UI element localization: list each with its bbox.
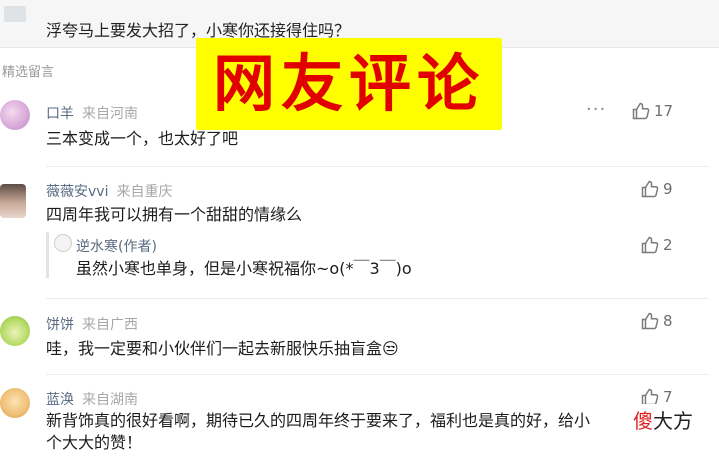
like-button[interactable]: 9 [641, 180, 673, 198]
divider [46, 298, 709, 299]
banner-title-text: 网友评论 [212, 47, 485, 120]
author-location: 来自湖南 [82, 392, 138, 408]
more-options-icon[interactable]: ··· [586, 99, 606, 120]
like-count: 9 [663, 180, 673, 198]
like-count: 8 [663, 312, 673, 330]
author-name[interactable]: 蓝涣 [46, 392, 74, 408]
author-avatar[interactable] [54, 234, 72, 252]
watermark-rest: 大方 [653, 408, 693, 433]
reply-text: 虽然小寒也单身，但是小寒祝福你~o(*￣3￣)o [76, 259, 412, 278]
like-button[interactable]: 2 [641, 236, 673, 254]
like-count: 17 [654, 102, 674, 120]
comment-text-line-1: 新背饰真的很好看啊，期待已久的四周年终于要来了，福利也是真的好，给小 [46, 411, 591, 430]
comment-author[interactable]: 饼饼 来自广西 [46, 314, 138, 334]
comment-text-line-2: 个大大的赞！ [46, 433, 143, 452]
like-button[interactable]: 17 [632, 102, 673, 120]
thumbs-up-icon [641, 180, 659, 198]
watermark-first-char: 傻 [633, 408, 653, 433]
author-name[interactable]: 薇薇安vvi [46, 184, 108, 200]
author-location: 来自广西 [82, 317, 138, 333]
avatar[interactable] [0, 316, 30, 346]
divider [46, 374, 709, 375]
banner-title: 网友评论 [196, 38, 502, 130]
comment-author[interactable]: 薇薇安vvi 来自重庆 [46, 181, 172, 201]
like-count: 2 [663, 236, 673, 254]
thumbs-up-icon [641, 236, 659, 254]
author-location: 来自河南 [82, 106, 138, 122]
watermark: 傻大方 [622, 404, 704, 434]
emoji-icon: 😒 [382, 339, 399, 358]
author-name[interactable]: 口羊 [46, 106, 74, 122]
comment-text: 四周年我可以拥有一个甜甜的情缘么 [46, 205, 303, 224]
comment-text: 哇，我一定要和小伙伴们一起去新服快乐抽盲盒😒 [46, 338, 399, 360]
avatar[interactable] [0, 388, 30, 418]
avatar[interactable] [0, 184, 26, 218]
section-label: 精选留言 [2, 65, 55, 80]
thumbs-up-icon [632, 102, 650, 120]
author-location: 来自重庆 [116, 184, 173, 200]
like-button[interactable]: 8 [641, 312, 673, 330]
top-card-icon [4, 6, 26, 22]
thumbs-up-icon [641, 312, 659, 330]
comment-text-content: 哇，我一定要和小伙伴们一起去新服快乐抽盲盒 [46, 339, 383, 358]
comment-text: 三本变成一个，也太好了吧 [46, 129, 239, 148]
reply-author[interactable]: 逆水寒(作者) [76, 236, 157, 256]
comment-author[interactable]: 蓝涣 来自湖南 [46, 389, 138, 409]
comment-author[interactable]: 口羊 来自河南 [46, 103, 138, 123]
divider [46, 166, 709, 167]
author-name[interactable]: 饼饼 [46, 317, 74, 333]
reply-indicator [46, 232, 49, 278]
avatar[interactable] [0, 100, 30, 130]
